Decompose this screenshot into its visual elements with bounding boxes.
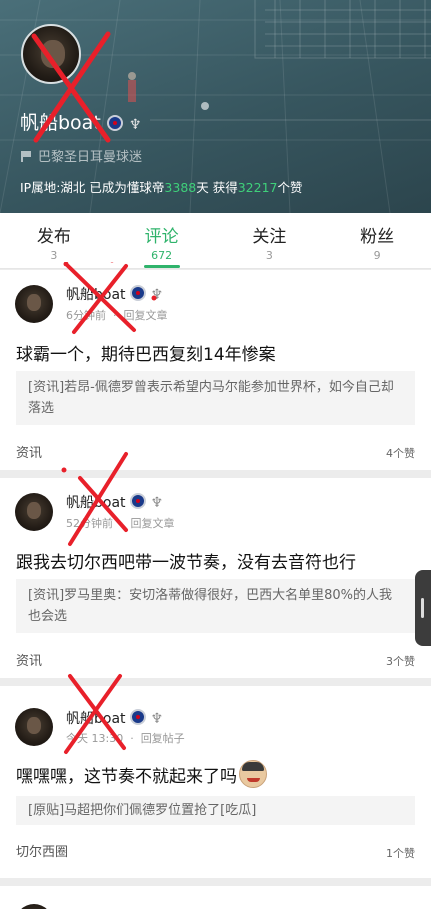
comment-time: 6分钟前 xyxy=(66,309,106,322)
trophy-icon: ♆ xyxy=(150,287,163,303)
flag-icon xyxy=(21,151,32,162)
quoted-article[interactable]: [资讯]罗马里奥：安切洛蒂做得很好，巴西大名单里80%的人我也会选 xyxy=(16,579,415,633)
comment-card[interactable]: 帆船boat ♆ 今天 13:30 · 回复帖子 嘿嘿嘿，这节奏不就起来了吗 [… xyxy=(0,674,431,878)
tab-comments[interactable]: 评论 672 xyxy=(108,213,216,268)
side-drawer-handle[interactable] xyxy=(415,570,431,646)
comment-meta: 52分钟前 · 回复文章 xyxy=(66,517,175,530)
tab-count: 3 xyxy=(265,249,273,262)
club-label: 巴黎圣日耳曼球迷 xyxy=(38,150,143,165)
avatar[interactable] xyxy=(15,493,53,531)
author-name: 帆船boat xyxy=(66,287,126,303)
tab-count: 672 xyxy=(151,249,173,262)
comment-text: 嘿嘿嘿，这节奏不就起来了吗 xyxy=(16,760,415,788)
tab-label: 发布 xyxy=(36,227,71,247)
comment-action: 回复文章 xyxy=(123,309,168,322)
comment-action: 回复帖子 xyxy=(140,732,185,745)
comment-card-partial[interactable] xyxy=(0,886,431,909)
source-label[interactable]: 资讯 xyxy=(16,442,42,461)
comment-meta: 今天 13:30 · 回复帖子 xyxy=(66,732,185,745)
comment-time: 今天 13:30 xyxy=(66,732,124,745)
favorite-club[interactable]: 巴黎圣日耳曼球迷 xyxy=(21,146,142,165)
tab-following[interactable]: 关注 3 xyxy=(216,213,324,268)
likes-total: 32217 xyxy=(237,180,278,195)
author-name: 帆船boat xyxy=(66,495,126,511)
days-count: 3388 xyxy=(164,180,197,195)
tab-fans[interactable]: 粉丝 9 xyxy=(323,213,431,268)
profile-tabs: 发布 3 评论 672 关注 3 粉丝 9 xyxy=(0,213,431,269)
comment-author[interactable]: 帆船boat ♆ xyxy=(66,284,163,304)
username-text: 帆船boat xyxy=(20,112,101,134)
comment-author[interactable]: 帆船boat ♆ xyxy=(66,708,163,728)
psg-badge-icon xyxy=(106,115,123,131)
comment-time: 52分钟前 xyxy=(66,517,113,530)
source-label[interactable]: 切尔西圈 xyxy=(16,841,68,860)
like-count[interactable]: 3个赞 xyxy=(386,653,415,669)
profile-username: 帆船boat ♆ xyxy=(20,108,141,135)
avatar[interactable] xyxy=(15,904,53,909)
ip-mid: 天 获得 xyxy=(196,180,238,195)
avatar[interactable] xyxy=(15,708,53,746)
comment-text: 球霸一个，期待巴西复刻14年惨案 xyxy=(16,345,276,365)
tab-count: 3 xyxy=(50,249,58,262)
trophy-icon: ♆ xyxy=(150,711,163,727)
profile-header: 帆船boat ♆ 巴黎圣日耳曼球迷 IP属地:湖北 已成为懂球帝3388天 获得… xyxy=(0,0,431,213)
comment-text: 跟我去切尔西吧带一波节奏，没有去音符也行 xyxy=(16,553,356,573)
ip-suffix: 个赞 xyxy=(277,180,303,195)
profile-stats-line: IP属地:湖北 已成为懂球帝3388天 获得32217个赞 xyxy=(20,177,303,196)
comment-text-content: 嘿嘿嘿，这节奏不就起来了吗 xyxy=(16,767,237,787)
ip-prefix: IP属地:湖北 已成为懂球帝 xyxy=(20,180,165,195)
quoted-article[interactable]: [资讯]若昂-佩德罗曾表示希望内马尔能参加世界杯，如今自己却落选 xyxy=(16,371,415,425)
comment-meta: 6分钟前 · 回复文章 xyxy=(66,309,168,322)
like-count[interactable]: 4个赞 xyxy=(386,445,415,461)
psg-badge-icon xyxy=(129,493,146,509)
psg-badge-icon xyxy=(129,709,146,725)
comment-author[interactable]: 帆船boat ♆ xyxy=(66,492,163,512)
trophy-icon: ♆ xyxy=(150,495,163,511)
profile-avatar[interactable] xyxy=(21,24,81,84)
tab-label: 粉丝 xyxy=(360,227,395,247)
tab-count: 9 xyxy=(373,249,381,262)
comment-card[interactable]: 帆船boat ♆ 6分钟前 · 回复文章 球霸一个，期待巴西复刻14年惨案 [资… xyxy=(0,262,431,470)
psg-badge-icon xyxy=(129,285,146,301)
source-label[interactable]: 资讯 xyxy=(16,650,42,669)
comment-action: 回复文章 xyxy=(130,517,175,530)
like-count[interactable]: 1个赞 xyxy=(386,845,415,861)
tab-label: 关注 xyxy=(252,227,287,247)
tab-label: 评论 xyxy=(144,227,179,247)
quoted-post[interactable]: [原贴]马超把你们佩德罗位置抢了[吃瓜] xyxy=(16,796,415,825)
avatar[interactable] xyxy=(15,285,53,323)
trophy-icon: ♆ xyxy=(128,117,142,133)
comment-card[interactable]: 帆船boat ♆ 52分钟前 · 回复文章 跟我去切尔西吧带一波节奏，没有去音符… xyxy=(0,452,431,678)
laughing-emoji-icon xyxy=(239,760,267,788)
author-name: 帆船boat xyxy=(66,711,126,727)
tab-posts[interactable]: 发布 3 xyxy=(0,213,108,268)
